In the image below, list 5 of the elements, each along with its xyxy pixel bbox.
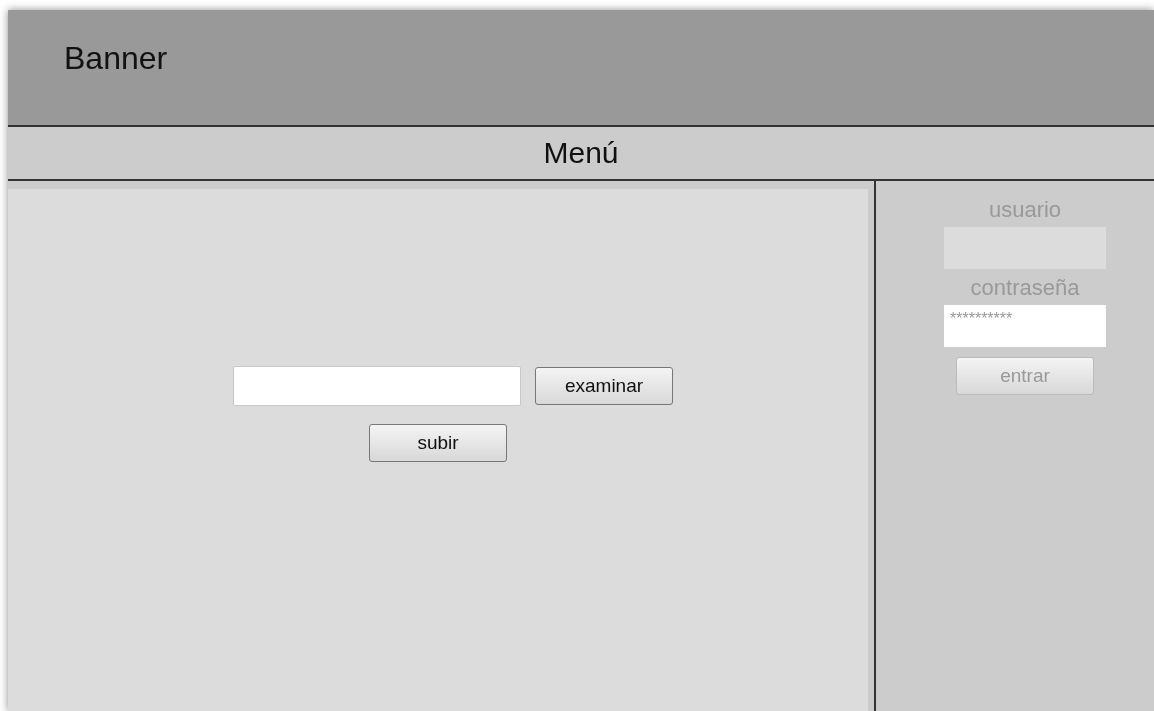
browse-button[interactable]: examinar — [535, 367, 673, 405]
banner-title: Banner — [64, 40, 168, 77]
file-path-field[interactable] — [233, 366, 521, 406]
upload-button[interactable]: subir — [369, 424, 507, 462]
menu-title: Menú — [543, 136, 619, 170]
